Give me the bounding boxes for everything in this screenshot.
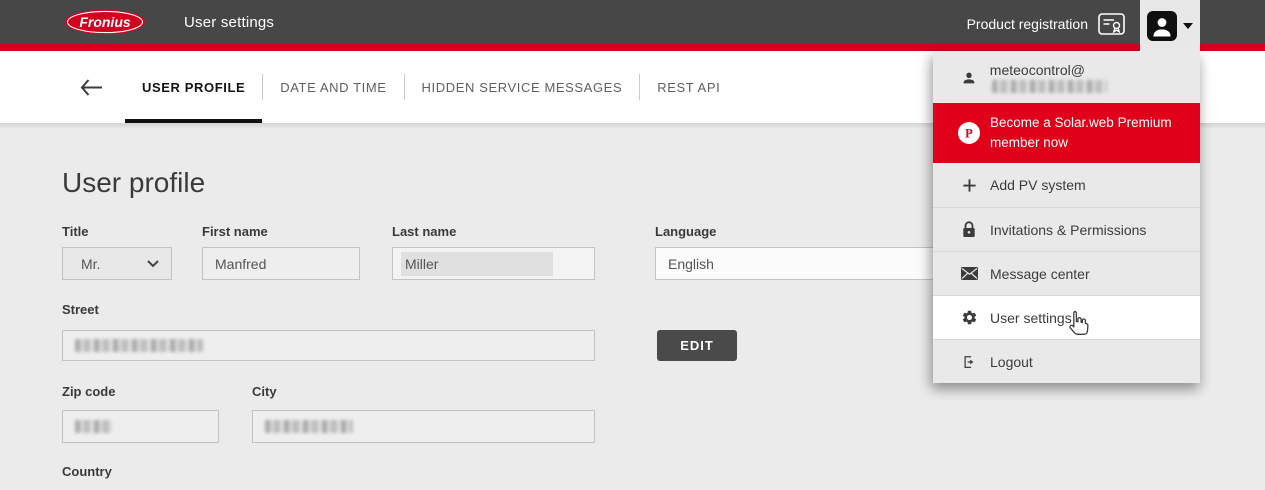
city-field[interactable]	[252, 410, 595, 443]
product-registration-link[interactable]: Product registration	[967, 0, 1125, 47]
street-label: Street	[62, 302, 99, 317]
menu-item-premium-upsell[interactable]: P Become a Solar.web Premium member now	[933, 103, 1200, 163]
menu-item-add-pv-system[interactable]: Add PV system	[933, 163, 1200, 207]
last-name-field[interactable]: Miller	[392, 247, 595, 280]
lock-icon	[958, 221, 980, 238]
person-icon	[958, 70, 980, 86]
menu-item-invitations-permissions[interactable]: Invitations & Permissions	[933, 207, 1200, 251]
redacted-street-value	[75, 339, 203, 352]
premium-upsell-text: Become a Solar.web Premium member now	[990, 113, 1172, 153]
redacted-zip-value	[75, 420, 113, 433]
arrow-left-icon	[80, 79, 103, 96]
svg-text:P: P	[965, 127, 973, 141]
menu-item-label: Invitations & Permissions	[990, 222, 1146, 238]
header-accent-line	[0, 47, 1265, 51]
premium-badge-icon: P	[958, 122, 980, 144]
title-select[interactable]: Mr.	[62, 247, 172, 280]
product-registration-label: Product registration	[967, 16, 1088, 32]
fronius-logo[interactable]: Fronius	[64, 9, 146, 35]
first-name-value: Manfred	[215, 256, 266, 272]
edit-button[interactable]: EDIT	[657, 330, 737, 361]
user-avatar-icon	[1147, 11, 1177, 41]
country-label: Country	[62, 464, 112, 479]
tab-date-and-time[interactable]: DATE AND TIME	[263, 51, 403, 123]
account-email-text: meteocontrol@	[990, 62, 1200, 94]
last-name-label: Last name	[392, 224, 456, 239]
language-value: English	[668, 256, 714, 272]
title-select-value: Mr.	[81, 256, 100, 272]
menu-item-user-settings[interactable]: User settings	[933, 295, 1200, 339]
logout-icon	[958, 354, 980, 370]
svg-text:Fronius: Fronius	[79, 14, 131, 30]
app-window: Fronius User settings Product registrati…	[0, 0, 1265, 490]
certificate-icon	[1098, 12, 1125, 36]
tab-rest-api[interactable]: REST API	[640, 51, 737, 123]
city-label: City	[252, 384, 277, 399]
street-field[interactable]	[62, 330, 595, 361]
zip-code-field[interactable]	[62, 410, 219, 443]
chevron-down-icon	[147, 260, 159, 268]
title-label: Title	[62, 224, 89, 239]
zip-code-label: Zip code	[62, 384, 115, 399]
menu-item-label: Logout	[990, 354, 1033, 370]
fronius-logo-icon: Fronius	[64, 9, 146, 35]
envelope-icon	[958, 267, 980, 280]
chevron-down-icon	[1183, 23, 1193, 29]
section-heading: User profile	[62, 167, 205, 199]
language-field[interactable]: English	[655, 247, 950, 280]
first-name-field[interactable]: Manfred	[202, 247, 360, 280]
menu-item-label: User settings	[990, 310, 1072, 326]
user-dropdown-menu: meteocontrol@ P Become a Solar.web Premi…	[933, 52, 1200, 383]
redacted-email-domain	[992, 80, 1107, 93]
back-button[interactable]	[80, 79, 103, 96]
top-header: Fronius User settings Product registrati…	[0, 0, 1265, 47]
redacted-city-value	[265, 420, 353, 433]
menu-item-label: Message center	[990, 266, 1090, 282]
gear-icon	[958, 309, 980, 326]
tab-hidden-service-messages[interactable]: HIDDEN SERVICE MESSAGES	[405, 51, 640, 123]
page-title: User settings	[184, 14, 274, 31]
menu-item-message-center[interactable]: Message center	[933, 251, 1200, 295]
last-name-value: Miller	[405, 256, 438, 272]
tab-list: USER PROFILE DATE AND TIME HIDDEN SERVIC…	[125, 51, 737, 123]
tab-user-profile[interactable]: USER PROFILE	[125, 51, 262, 123]
menu-item-account-email[interactable]: meteocontrol@	[933, 52, 1200, 103]
language-label: Language	[655, 224, 716, 239]
menu-item-logout[interactable]: Logout	[933, 339, 1200, 383]
menu-item-label: Add PV system	[990, 177, 1086, 193]
plus-icon	[958, 178, 980, 193]
user-avatar-button[interactable]	[1140, 0, 1200, 52]
first-name-label: First name	[202, 224, 268, 239]
